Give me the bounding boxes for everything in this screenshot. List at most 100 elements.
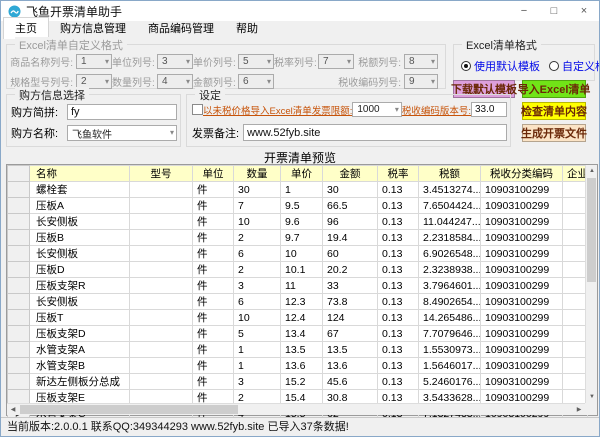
scroll-up-icon[interactable]: ▲ — [586, 165, 598, 177]
column-header-7[interactable]: 税率 — [378, 166, 419, 182]
product-name-col-combo: 1▾ — [76, 54, 112, 69]
cell-tax: 1.5530973... — [419, 342, 481, 358]
cell-amount: 13.5 — [323, 342, 378, 358]
cell-code: 10903100299 — [481, 326, 563, 342]
horizontal-scroll-thumb[interactable] — [20, 405, 238, 414]
check-list-button[interactable]: 检查清单内容 — [522, 102, 586, 120]
table-row[interactable]: 压板A件79.566.50.137.6504424...10903100299 — [8, 198, 588, 214]
invoice-remark-input[interactable] — [243, 124, 507, 141]
main-content: Excel清单自定义格式 商品名称列号:1▾单位列号:3▾单价列号:5▾税率列号… — [1, 39, 599, 418]
chevron-down-icon: ▾ — [186, 58, 190, 66]
cell-tax_rate: 0.13 — [378, 294, 419, 310]
amount-col-value: 6 — [243, 76, 249, 87]
column-header-10[interactable]: 企业名称 — [563, 166, 588, 182]
cell-tax: 7.6504424... — [419, 198, 481, 214]
cell-qty: 3 — [234, 374, 281, 390]
column-header-6[interactable]: 金额 — [323, 166, 378, 182]
tab-home[interactable]: 主页 — [3, 17, 49, 39]
buyer-name-select[interactable]: 飞鱼软件 ▾ — [67, 125, 177, 141]
buyer-pinyin-input[interactable] — [67, 104, 177, 120]
generate-invoice-file-button[interactable]: 生成开票文件 — [522, 124, 586, 142]
row-selector[interactable] — [8, 198, 30, 214]
radio-custom-format[interactable]: 自定义格式 — [549, 58, 600, 74]
import-excel-button[interactable]: 导入Excel清单 — [522, 80, 586, 98]
invoice-limit-select[interactable]: 1000 ▾ — [352, 102, 401, 117]
buyer-pinyin-row: 购方简拼: — [11, 104, 177, 120]
buyer-name-label: 购方名称: — [11, 125, 67, 141]
tax-code-version-label[interactable]: 税收编码版本号: — [402, 103, 471, 117]
table-row[interactable]: 压板支架R件311330.133.7964601...10903100299 — [8, 278, 588, 294]
table-header-row: 名称型号单位数量单价金额税率税额税收分类编码企业名称 — [8, 166, 588, 182]
row-selector[interactable] — [8, 246, 30, 262]
tab-product-code-management[interactable]: 商品编码管理 — [137, 18, 225, 39]
close-button[interactable]: × — [569, 1, 599, 21]
product-name-col-value: 1 — [81, 56, 87, 67]
horizontal-scrollbar[interactable]: ◀ ▶ — [7, 403, 585, 415]
scroll-down-icon[interactable]: ▼ — [586, 391, 598, 403]
row-selector[interactable] — [8, 294, 30, 310]
scroll-right-icon[interactable]: ▶ — [573, 404, 585, 416]
cell-company — [563, 198, 588, 214]
tax-amount-col-combo: 8▾ — [404, 54, 438, 69]
scroll-left-icon[interactable]: ◀ — [7, 404, 19, 416]
buyer-info-title: 购方信息选择 — [15, 87, 89, 103]
row-selector[interactable] — [8, 182, 30, 198]
cell-name: 压板A — [30, 198, 130, 214]
column-header-1[interactable]: 名称 — [30, 166, 130, 182]
cell-name: 长安侧板 — [30, 214, 130, 230]
column-header-4[interactable]: 数量 — [234, 166, 281, 182]
tax-code-version-input[interactable] — [471, 102, 507, 117]
radio-default-template-label: 使用默认模板 — [474, 58, 540, 74]
row-selector[interactable] — [8, 278, 30, 294]
table-row[interactable]: 长安侧板件610600.136.9026548...10903100299 — [8, 246, 588, 262]
cell-amount: 96 — [323, 214, 378, 230]
row-selector[interactable] — [8, 358, 30, 374]
row-selector[interactable] — [8, 262, 30, 278]
tab-buyer-info-management[interactable]: 购方信息管理 — [49, 18, 137, 39]
row-selector[interactable] — [8, 342, 30, 358]
radio-default-template[interactable]: 使用默认模板 — [461, 58, 540, 74]
table-row[interactable]: 压板支架D件513.4670.137.7079646...10903100299 — [8, 326, 588, 342]
cell-name: 水管支架B — [30, 358, 130, 374]
invoice-limit-label[interactable]: 发票限额: — [312, 103, 353, 117]
column-header-3[interactable]: 单位 — [193, 166, 234, 182]
minimize-button[interactable]: − — [509, 1, 539, 21]
row-selector[interactable] — [8, 374, 30, 390]
cell-model — [130, 326, 193, 342]
table-row[interactable]: 压板T件1012.41240.1314.265486...10903100299 — [8, 310, 588, 326]
cell-company — [563, 326, 588, 342]
excel-format-group: Excel清单格式 使用默认模板 自定义格式 — [453, 44, 595, 81]
row-selector[interactable] — [8, 326, 30, 342]
cell-model — [130, 182, 193, 198]
row-selector[interactable] — [8, 310, 30, 326]
table-row[interactable]: 水管支架A件113.513.50.131.5530973...109031002… — [8, 342, 588, 358]
table-row[interactable]: 新达左侧板分总成件315.245.60.135.2460176...109031… — [8, 374, 588, 390]
cell-unit: 件 — [193, 374, 234, 390]
row-selector[interactable] — [8, 214, 30, 230]
table-row[interactable]: 螺栓套件301300.133.4513274...10903100299 — [8, 182, 588, 198]
column-header-2[interactable]: 型号 — [130, 166, 193, 182]
table-row[interactable]: 水管支架B件113.613.60.131.5646017...109031002… — [8, 358, 588, 374]
table-row[interactable]: 长安侧板件109.6960.1311.044247...10903100299 — [8, 214, 588, 230]
cell-tax_rate: 0.13 — [378, 310, 419, 326]
untaxed-price-checkbox[interactable] — [192, 104, 203, 115]
cell-tax: 3.7964601... — [419, 278, 481, 294]
untaxed-price-label[interactable]: 以未税价格导入Excel清单 — [203, 103, 312, 117]
vertical-scrollbar[interactable]: ▲ ▼ — [585, 165, 597, 403]
maximize-button[interactable]: □ — [539, 1, 569, 21]
row-selector[interactable] — [8, 230, 30, 246]
cell-price: 15.2 — [281, 374, 323, 390]
table-row[interactable]: 压板B件29.719.40.132.2318584...10903100299 — [8, 230, 588, 246]
column-header-8[interactable]: 税额 — [419, 166, 481, 182]
column-header-5[interactable]: 单价 — [281, 166, 323, 182]
cell-amount: 73.8 — [323, 294, 378, 310]
table-row[interactable]: 长安侧板件612.373.80.138.4902654...1090310029… — [8, 294, 588, 310]
cell-qty: 7 — [234, 198, 281, 214]
table-row[interactable]: 压板D件210.120.20.132.3238938...10903100299 — [8, 262, 588, 278]
tab-help[interactable]: 帮助 — [225, 18, 269, 39]
amount-col-combo: 6▾ — [238, 74, 274, 89]
cell-qty: 30 — [234, 182, 281, 198]
cell-name: 压板D — [30, 262, 130, 278]
vertical-scroll-thumb[interactable] — [587, 178, 596, 282]
column-header-9[interactable]: 税收分类编码 — [481, 166, 563, 182]
